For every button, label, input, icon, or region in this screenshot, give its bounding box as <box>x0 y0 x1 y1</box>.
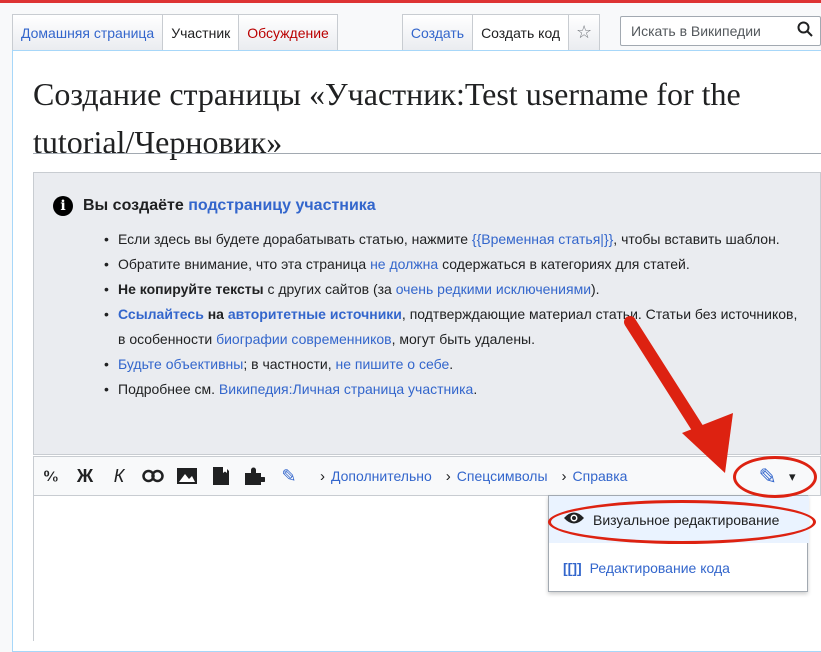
arrow-shaft <box>624 316 711 446</box>
annotation-ellipse-visual <box>548 500 816 544</box>
annotation-ellipse-switch <box>733 456 817 498</box>
annotation-arrow <box>624 316 733 473</box>
